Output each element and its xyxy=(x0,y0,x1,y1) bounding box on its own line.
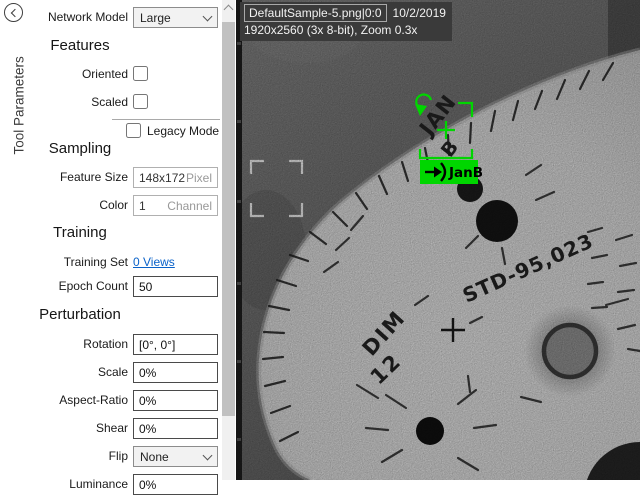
aspect-ratio-row: Aspect-Ratio xyxy=(0,390,222,414)
feature-size-row: Feature Size 148x172 Pixel xyxy=(0,167,222,191)
training-set-row: Training Set 0 Views xyxy=(0,252,222,276)
epoch-count-row: Epoch Count xyxy=(0,276,222,300)
color-unit: Channel xyxy=(167,199,212,213)
legacy-mode-label: Legacy Mode xyxy=(147,124,219,138)
panel-scrollbar[interactable] xyxy=(222,0,235,480)
epoch-count-input[interactable] xyxy=(133,276,218,297)
scale-input[interactable] xyxy=(133,362,218,383)
chevron-down-icon xyxy=(203,11,213,21)
image-filename[interactable]: DefaultSample-5.png|0:0 xyxy=(244,4,387,22)
feature-size-field: 148x172 Pixel xyxy=(133,167,218,188)
tool-parameters-panel: Network Model Large Features Oriented Sc… xyxy=(0,0,222,480)
rotation-input[interactable] xyxy=(133,334,218,355)
scroll-up-arrow-icon[interactable] xyxy=(224,5,234,15)
network-model-value: Large xyxy=(140,11,204,25)
scale-row: Scale xyxy=(0,362,222,386)
rotation-row: Rotation xyxy=(0,334,222,358)
image-date: 10/2/2019 xyxy=(393,5,446,21)
color-row: Color 1 Channel xyxy=(0,195,222,219)
color-field: 1 Channel xyxy=(133,195,218,216)
collapse-panel-button[interactable] xyxy=(4,3,23,22)
luminance-input[interactable] xyxy=(133,474,218,495)
color-value: 1 xyxy=(139,199,146,213)
luminance-row: Luminance xyxy=(0,474,222,498)
legacy-mode-checkbox[interactable] xyxy=(126,123,141,138)
feature-size-value: 148x172 xyxy=(139,171,185,185)
panel-rail: Tool Parameters xyxy=(0,0,30,480)
panel-title-vertical: Tool Parameters xyxy=(12,25,27,155)
tag-text: JanB xyxy=(448,165,483,181)
aspect-ratio-input[interactable] xyxy=(133,390,218,411)
divider xyxy=(112,119,220,120)
app-window: { "sidebar": { "title": "Tool Parameters… xyxy=(0,0,640,480)
shear-row: Shear xyxy=(0,418,222,442)
training-set-views-link[interactable]: 0 Views xyxy=(133,255,175,269)
scaled-row: Scaled xyxy=(0,92,222,116)
sample-image: JAN B STD-95,023 DIM 12 xyxy=(236,0,640,480)
chevron-down-icon xyxy=(203,450,213,460)
image-info-line: 1920x2560 (3x 8-bit), Zoom 0.3x xyxy=(244,22,446,38)
flip-value: None xyxy=(140,450,204,464)
shear-input[interactable] xyxy=(133,418,218,439)
network-model-dropdown[interactable]: Large xyxy=(133,7,218,28)
flip-dropdown[interactable]: None xyxy=(133,446,218,467)
chevron-left-icon xyxy=(11,9,19,17)
scrollbar-thumb[interactable] xyxy=(222,22,235,416)
image-info-overlay: DefaultSample-5.png|0:0 10/2/2019 1920x2… xyxy=(240,2,452,41)
oriented-row: Oriented xyxy=(0,64,222,88)
network-model-row: Network Model Large xyxy=(0,7,222,31)
feature-size-unit: Pixel xyxy=(186,171,212,185)
scaled-checkbox[interactable] xyxy=(133,94,148,109)
film-grain xyxy=(236,0,640,480)
oriented-checkbox[interactable] xyxy=(133,66,148,81)
annotation-tag[interactable]: JanB xyxy=(420,160,483,184)
image-viewer[interactable]: JAN B STD-95,023 DIM 12 xyxy=(236,0,640,480)
flip-row: Flip None xyxy=(0,446,222,470)
